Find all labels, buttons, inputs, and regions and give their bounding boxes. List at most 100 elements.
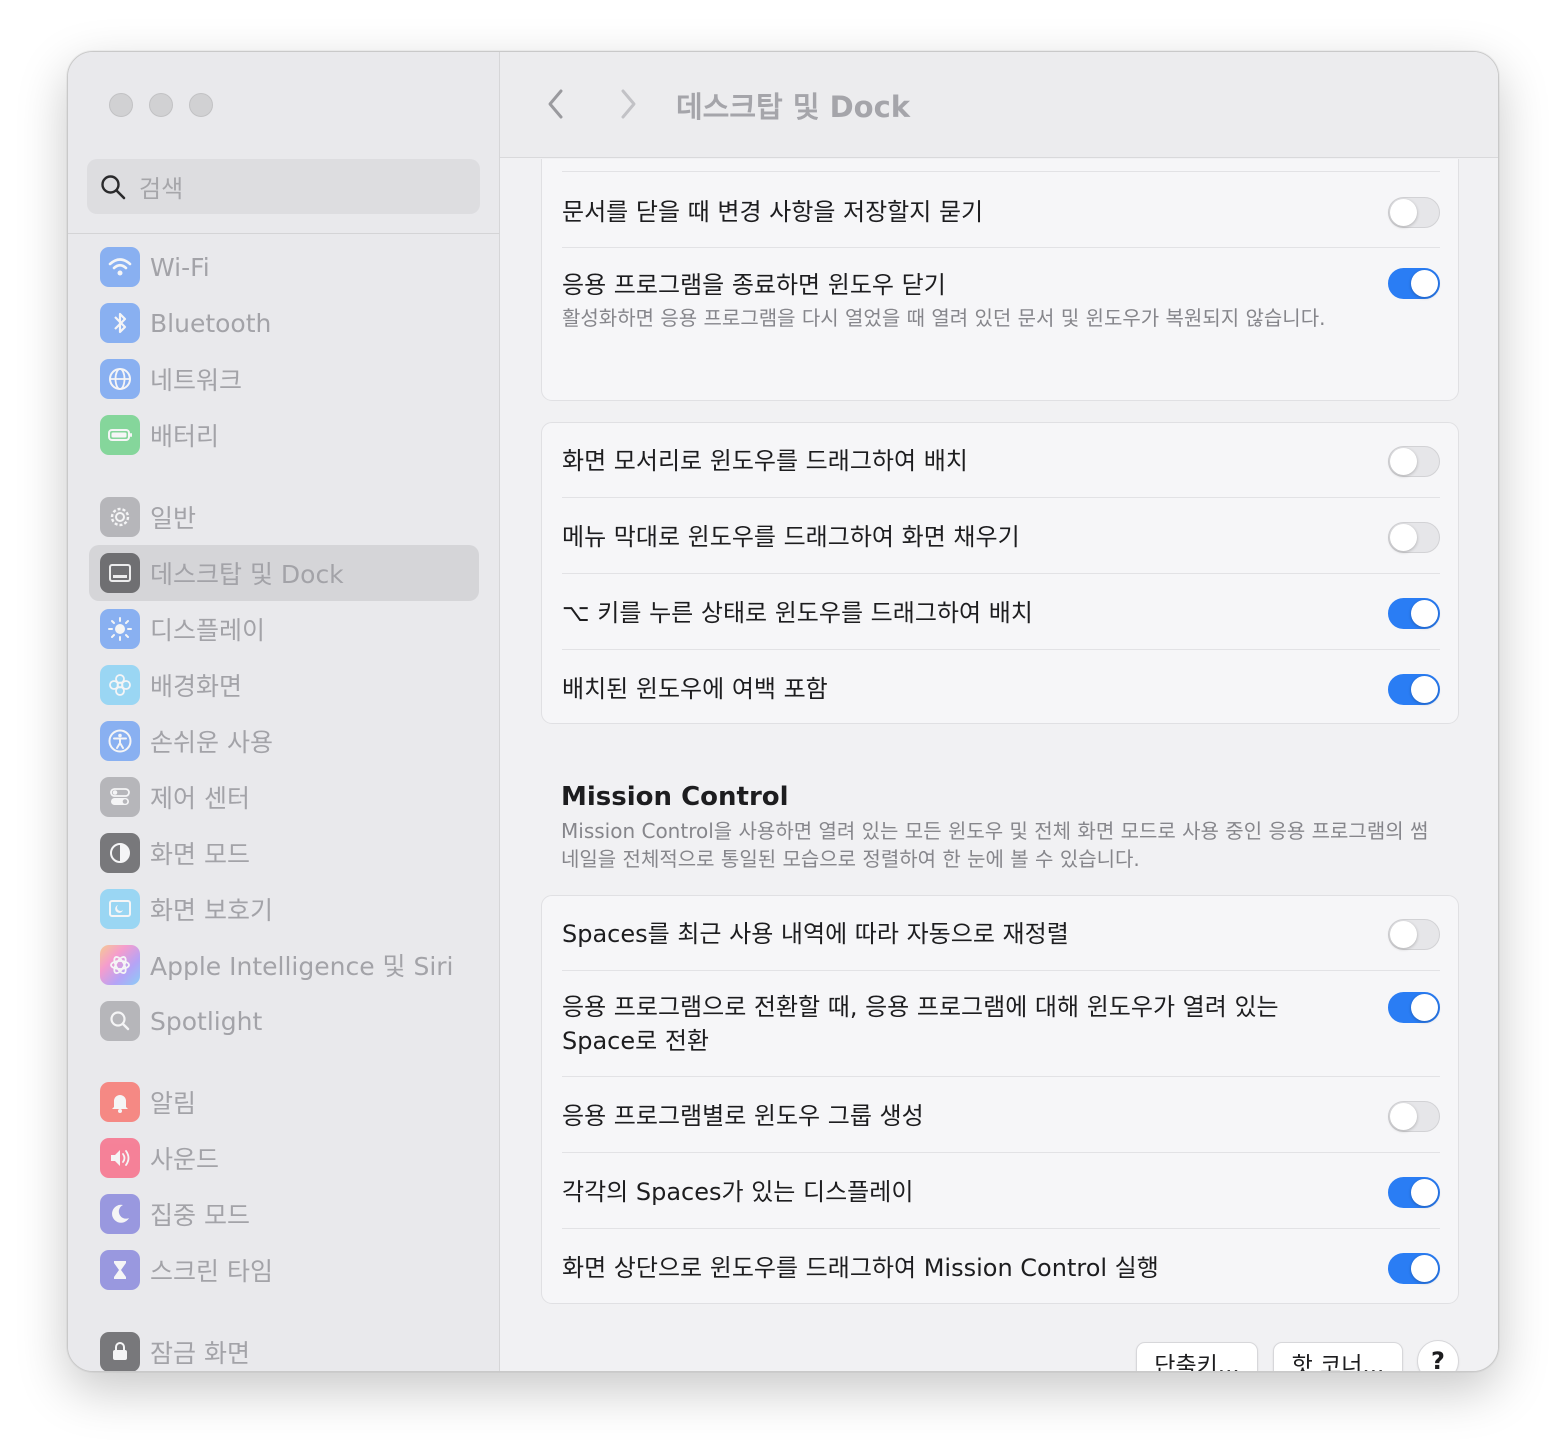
sidebar-item-spotlight[interactable]: Spotlight bbox=[89, 993, 479, 1049]
setting-label: 각각의 Spaces가 있는 디스플레이 bbox=[562, 1178, 914, 1206]
row-divider bbox=[562, 497, 1440, 498]
gear-icon bbox=[100, 497, 140, 537]
sidebar-item-screen-time[interactable]: 스크린 타임 bbox=[89, 1242, 479, 1298]
close-window-button[interactable] bbox=[109, 93, 133, 117]
row-divider bbox=[562, 649, 1440, 650]
sidebar-item-general[interactable]: 일반 bbox=[89, 489, 479, 545]
sidebar-item-battery[interactable]: 배터리 bbox=[89, 407, 479, 463]
accessibility-icon bbox=[100, 721, 140, 761]
setting-row-option-drag: ⌥ 키를 누른 상태로 윈도우를 드래그하여 배치 bbox=[562, 591, 1440, 635]
flower-icon bbox=[100, 665, 140, 705]
sidebar-item-desktop-dock[interactable]: 데스크탑 및 Dock bbox=[89, 545, 479, 601]
row-divider bbox=[562, 1076, 1440, 1077]
setting-description: 활성화하면 응용 프로그램을 다시 열었을 때 열려 있던 문서 및 윈도우가 … bbox=[562, 306, 1326, 330]
sidebar-item-label: Apple Intelligence 및 Siri bbox=[150, 952, 454, 981]
toggle-ask-save[interactable] bbox=[1388, 196, 1440, 228]
sidebar-item-focus[interactable]: 집중 모드 bbox=[89, 1186, 479, 1242]
sidebar-item-appearance[interactable]: 화면 모드 bbox=[89, 825, 479, 881]
shortcuts-button[interactable]: 단축키... bbox=[1136, 1342, 1258, 1371]
forward-button[interactable] bbox=[610, 84, 646, 124]
back-button[interactable] bbox=[538, 84, 574, 124]
sun-icon bbox=[100, 609, 140, 649]
section-title-mission-control: Mission Control bbox=[561, 782, 789, 812]
main-pane: 데스크탑 및 Dock 문서를 닫을 때 변경 사항을 저장할지 묻기 응용 프… bbox=[500, 52, 1498, 1371]
sidebar: 검색 Wi-Fi Bluetooth 네트워크 배터리 일반 데스크탑 및 Do… bbox=[68, 52, 500, 1371]
sidebar-item-label: Bluetooth bbox=[150, 308, 272, 338]
setting-label: 배치된 윈도우에 여백 포함 bbox=[562, 675, 828, 703]
sidebar-item-label: 배경화면 bbox=[150, 672, 243, 701]
toggle-close-windows[interactable] bbox=[1388, 267, 1440, 299]
row-divider bbox=[562, 171, 1440, 172]
toggle-fill-menubar[interactable] bbox=[1388, 521, 1440, 553]
screensaver-icon bbox=[100, 889, 140, 929]
sidebar-item-control-center[interactable]: 제어 센터 bbox=[89, 769, 479, 825]
sidebar-item-displays[interactable]: 디스플레이 bbox=[89, 601, 479, 657]
sidebar-item-notifications[interactable]: 알림 bbox=[89, 1074, 479, 1130]
globe-icon bbox=[100, 359, 140, 399]
sidebar-item-wifi[interactable]: Wi-Fi bbox=[89, 239, 479, 295]
search-placeholder: 검색 bbox=[139, 175, 184, 203]
search-field[interactable]: 검색 bbox=[87, 159, 480, 214]
setting-row-margins: 배치된 윈도우에 여백 포함 bbox=[562, 667, 1440, 711]
sidebar-item-label: 알림 bbox=[150, 1089, 197, 1118]
minimize-window-button[interactable] bbox=[149, 93, 173, 117]
toggle-group-windows[interactable] bbox=[1388, 1100, 1440, 1132]
sidebar-item-label: 사운드 bbox=[150, 1145, 220, 1174]
row-divider bbox=[562, 970, 1440, 971]
hot-corners-button[interactable]: 핫 코너... bbox=[1273, 1342, 1403, 1371]
sidebar-item-label: 배터리 bbox=[150, 422, 220, 451]
sidebar-item-lock-screen[interactable]: 잠금 화면 bbox=[89, 1324, 479, 1371]
setting-label: Spaces를 최근 사용 내역에 따라 자동으로 재정렬 bbox=[562, 920, 1069, 948]
sidebar-item-network[interactable]: 네트워크 bbox=[89, 351, 479, 407]
bluetooth-icon bbox=[100, 303, 140, 343]
speaker-icon bbox=[100, 1138, 140, 1178]
sidebar-item-label: Wi-Fi bbox=[150, 252, 210, 282]
setting-label: 응용 프로그램별로 윈도우 그룹 생성 bbox=[562, 1102, 924, 1130]
setting-label-line2: Space로 전환 bbox=[562, 1027, 710, 1055]
toggle-drag-top[interactable] bbox=[1388, 1252, 1440, 1284]
settings-group-mission-control: Spaces를 최근 사용 내역에 따라 자동으로 재정렬 응용 프로그램으로 … bbox=[541, 895, 1459, 1304]
toolbar: 데스크탑 및 Dock bbox=[500, 52, 1498, 158]
sidebar-item-label: Spotlight bbox=[150, 1006, 263, 1036]
setting-row-fill-menubar: 메뉴 막대로 윈도우를 드래그하여 화면 채우기 bbox=[562, 515, 1440, 559]
window-controls bbox=[109, 93, 213, 117]
toggle-option-drag[interactable] bbox=[1388, 597, 1440, 629]
sidebar-item-screensaver[interactable]: 화면 보호기 bbox=[89, 881, 479, 937]
toggle-rearrange-spaces[interactable] bbox=[1388, 918, 1440, 950]
settings-group-tiling: 화면 모서리로 윈도우를 드래그하여 배치 메뉴 막대로 윈도우를 드래그하여 … bbox=[541, 422, 1459, 724]
row-divider bbox=[562, 1228, 1440, 1229]
toggle-tile-edges[interactable] bbox=[1388, 445, 1440, 477]
battery-icon bbox=[100, 415, 140, 455]
siri-icon bbox=[100, 945, 140, 985]
settings-window: 검색 Wi-Fi Bluetooth 네트워크 배터리 일반 데스크탑 및 Do… bbox=[67, 51, 1499, 1372]
moon-icon bbox=[100, 1194, 140, 1234]
settings-content: 문서를 닫을 때 변경 사항을 저장할지 묻기 응용 프로그램을 종료하면 윈도… bbox=[500, 159, 1498, 1371]
sidebar-item-label: 데스크탑 및 Dock bbox=[150, 560, 344, 589]
search-icon bbox=[101, 174, 126, 199]
help-button[interactable]: ? bbox=[1417, 1340, 1459, 1371]
setting-label: 문서를 닫을 때 변경 사항을 저장할지 묻기 bbox=[562, 198, 984, 226]
toggle-switch-space[interactable] bbox=[1388, 991, 1440, 1023]
sidebar-item-accessibility[interactable]: 손쉬운 사용 bbox=[89, 713, 479, 769]
setting-label: 응용 프로그램으로 전환할 때, 응용 프로그램에 대해 윈도우가 열려 있는 bbox=[562, 993, 1279, 1021]
row-divider bbox=[562, 573, 1440, 574]
sidebar-item-sound[interactable]: 사운드 bbox=[89, 1130, 479, 1186]
zoom-window-button[interactable] bbox=[189, 93, 213, 117]
wifi-icon bbox=[100, 247, 140, 287]
dock-icon bbox=[100, 553, 140, 593]
page-title: 데스크탑 및 Dock bbox=[676, 90, 911, 124]
sidebar-item-siri[interactable]: Apple Intelligence 및 Siri bbox=[89, 937, 479, 993]
sidebar-item-label: 제어 센터 bbox=[150, 784, 250, 813]
hourglass-icon bbox=[100, 1250, 140, 1290]
toggle-separate-spaces[interactable] bbox=[1388, 1176, 1440, 1208]
sidebar-item-wallpaper[interactable]: 배경화면 bbox=[89, 657, 479, 713]
sidebar-item-bluetooth[interactable]: Bluetooth bbox=[89, 295, 479, 351]
sidebar-item-label: 디스플레이 bbox=[150, 616, 266, 645]
setting-row-rearrange-spaces: Spaces를 최근 사용 내역에 따라 자동으로 재정렬 bbox=[562, 912, 1440, 956]
setting-row-tile-edges: 화면 모서리로 윈도우를 드래그하여 배치 bbox=[562, 439, 1440, 483]
section-description: Mission Control을 사용하면 열려 있는 모든 윈도우 및 전체 … bbox=[561, 819, 1429, 871]
row-divider bbox=[562, 1152, 1440, 1153]
sidebar-item-label: 집중 모드 bbox=[150, 1201, 250, 1230]
setting-label: 메뉴 막대로 윈도우를 드래그하여 화면 채우기 bbox=[562, 523, 1020, 551]
toggle-margins[interactable] bbox=[1388, 673, 1440, 705]
